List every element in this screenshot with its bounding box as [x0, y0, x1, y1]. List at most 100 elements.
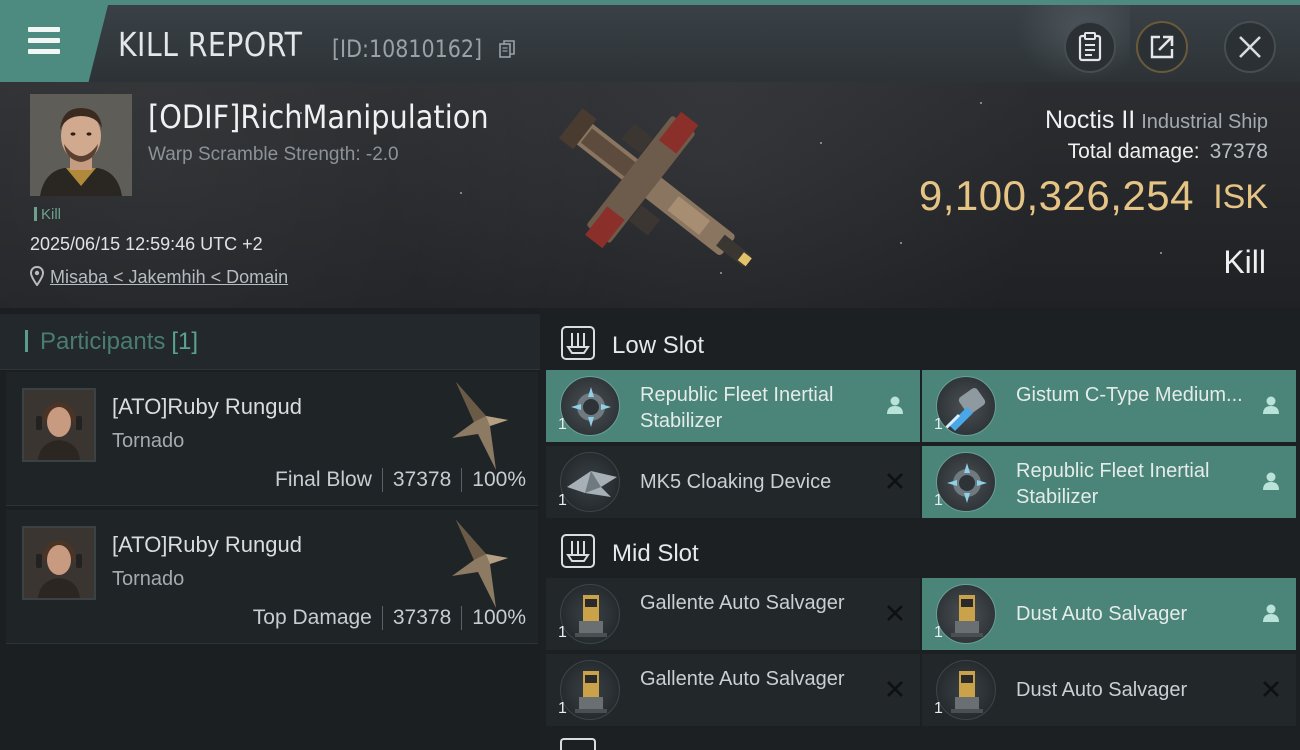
close-icon: [1239, 36, 1261, 58]
warp-scramble-strength: Warp Scramble Strength: -2.0: [148, 144, 399, 165]
module-quantity: 1: [934, 492, 943, 509]
participant-percent: 100%: [472, 468, 526, 491]
mid-slot-label: Mid Slot: [612, 540, 699, 567]
ship-name-text: Noctis II: [1044, 106, 1136, 134]
clipboard-button[interactable]: [1064, 21, 1116, 73]
module-quantity: 1: [934, 416, 943, 433]
participant-portrait: [24, 390, 94, 460]
avatar[interactable]: [22, 526, 96, 600]
person-icon: [1263, 604, 1279, 622]
x-icon: [887, 605, 903, 621]
total-damage-value: 37378: [1209, 140, 1268, 163]
participant-ship: Tornado: [112, 430, 185, 452]
share-button[interactable]: [1136, 21, 1188, 73]
participant-stats: Final Blow 37378 100%: [275, 468, 526, 492]
copy-icon[interactable]: [499, 40, 515, 58]
portrait-image: [30, 94, 132, 196]
kill-datetime: 2025/06/15 12:59:46 UTC +2: [30, 234, 263, 254]
participant-ship-image[interactable]: [446, 376, 522, 472]
location-link[interactable]: Misaba < Jakemhih < Domain: [29, 265, 289, 288]
module-name: MK5 Cloaking Device: [640, 471, 832, 493]
location-pin-icon: [29, 265, 45, 287]
page-title: KILL REPORT: [118, 25, 303, 64]
participant-damage: 37378: [392, 606, 452, 629]
report-id: [ID:10810162]: [332, 35, 483, 63]
divider: [461, 606, 463, 630]
cloaking-device-icon: [560, 452, 620, 512]
mid-slot-header: Mid Slot: [540, 520, 1300, 582]
isk-value: 9,100,326,254: [918, 172, 1194, 219]
module-slot[interactable]: 1 Gallente Auto Salvager: [546, 578, 920, 650]
x-icon: [1263, 681, 1279, 697]
close-button[interactable]: [1224, 21, 1276, 73]
participant-ship: Tornado: [112, 568, 185, 590]
ship-class-text: Industrial Ship: [1141, 111, 1268, 133]
module-slot[interactable]: 1 Dust Auto Salvager: [922, 578, 1296, 650]
participant-stats: Top Damage 37378 100%: [253, 606, 526, 630]
location-text: Misaba < Jakemhih < Domain: [50, 267, 289, 287]
module-name: Gistum C-Type Medium...: [1016, 384, 1243, 406]
module-name: Gallente Auto Salvager: [640, 592, 845, 614]
auto-salvager-icon: [560, 584, 620, 644]
person-icon: [1263, 396, 1279, 414]
victim-ship-name[interactable]: Noctis II Industrial Ship: [1045, 106, 1268, 135]
hamburger-icon-line: [28, 49, 60, 54]
propulsion-module-icon: [936, 376, 996, 436]
divider: [461, 468, 463, 492]
participant-portrait: [24, 528, 94, 598]
module-slot[interactable]: 1 Republic Fleet Inertial Stabilizer: [922, 446, 1296, 518]
participant-row[interactable]: [ATO]Ruby Rungud Tornado Top Damage 3737…: [6, 510, 538, 644]
participants-header: Participants [1]: [0, 314, 540, 370]
total-damage: Total damage: 37378: [1068, 140, 1268, 164]
participants-count: [1]: [171, 328, 199, 355]
module-name: Republic Fleet Inertial Stabilizer: [640, 384, 834, 432]
module-name: Gallente Auto Salvager: [640, 668, 845, 690]
participants-panel: Participants [1] [ATO]Ruby Rungud Tornado…: [0, 308, 540, 750]
module-quantity: 1: [558, 416, 567, 433]
inertial-stabilizer-icon: [936, 452, 996, 512]
participant-ship-image[interactable]: [446, 514, 522, 610]
participant-percent: 100%: [472, 606, 526, 629]
module-slot[interactable]: 1 MK5 Cloaking Device: [546, 446, 920, 518]
participants-label: Participants: [40, 328, 166, 355]
result-label: Kill: [1223, 244, 1266, 280]
next-slot-icon: [560, 738, 596, 750]
header-accent: [25, 330, 28, 352]
victim-ship-image[interactable]: [528, 88, 776, 288]
inertial-stabilizer-icon: [560, 376, 620, 436]
module-name: Dust Auto Salvager: [1016, 679, 1188, 701]
module-slot[interactable]: 1 Gistum C-Type Medium...: [922, 370, 1296, 442]
divider: [381, 468, 383, 492]
participant-role: Top Damage: [252, 606, 372, 629]
module-slot[interactable]: 1 Republic Fleet Inertial Stabilizer: [546, 370, 920, 442]
module-slot[interactable]: 1 Gallente Auto Salvager: [546, 654, 920, 726]
module-slot[interactable]: 1 Dust Auto Salvager: [922, 654, 1296, 726]
module-name: Republic Fleet Inertial Stabilizer: [1016, 460, 1210, 508]
module-quantity: 1: [558, 700, 567, 717]
participant-row[interactable]: [ATO]Ruby Rungud Tornado Final Blow 3737…: [6, 372, 538, 506]
module-quantity: 1: [934, 700, 943, 717]
victim-name[interactable]: [ODIF]RichManipulation: [148, 98, 489, 136]
x-icon: [887, 681, 903, 697]
participants-title: Participants [1]: [40, 328, 198, 356]
participant-name[interactable]: [ATO]Ruby Rungud: [112, 394, 302, 420]
kill-tag: Kill: [34, 206, 61, 223]
mid-slot-icon: [561, 534, 595, 568]
auto-salvager-icon: [936, 584, 996, 644]
share-icon: [1150, 35, 1174, 59]
participant-name[interactable]: [ATO]Ruby Rungud: [112, 532, 302, 558]
auto-salvager-icon: [936, 660, 996, 720]
low-slot-label: Low Slot: [612, 332, 705, 359]
victim-avatar[interactable]: [30, 94, 132, 196]
low-slot-icon: [561, 326, 595, 360]
person-icon: [887, 396, 903, 414]
menu-button[interactable]: [0, 5, 108, 82]
avatar[interactable]: [22, 388, 96, 462]
isk-unit: ISK: [1213, 178, 1268, 216]
victim-panel: [ODIF]RichManipulation Warp Scramble Str…: [0, 82, 1300, 308]
x-icon: [887, 473, 903, 489]
module-quantity: 1: [558, 492, 567, 509]
module-quantity: 1: [934, 624, 943, 641]
auto-salvager-icon: [560, 660, 620, 720]
hamburger-icon: [28, 27, 60, 32]
